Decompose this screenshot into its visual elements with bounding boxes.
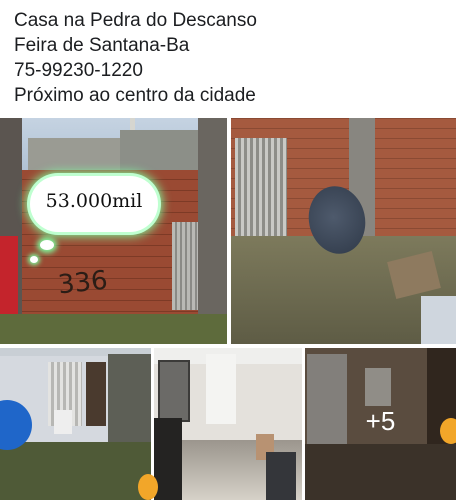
photo-4[interactable] bbox=[154, 348, 302, 500]
photo-1-metal-door bbox=[172, 222, 198, 310]
photo-3[interactable] bbox=[0, 348, 151, 500]
photo-4-chair bbox=[266, 452, 296, 500]
photo-4-mirror bbox=[158, 360, 190, 422]
photo-3-doorway bbox=[86, 362, 106, 426]
price-sticker: 53.000mil bbox=[30, 176, 158, 232]
more-photos-count: +5 bbox=[365, 406, 396, 436]
emoji-badge-icon bbox=[440, 418, 456, 444]
price-sticker-tail-2 bbox=[30, 256, 38, 263]
photo-5-more[interactable]: +5 bbox=[305, 348, 456, 500]
post-description: Próximo ao centro da cidade bbox=[14, 85, 256, 106]
photo-1-right-post bbox=[198, 118, 227, 344]
photo-2-gate bbox=[235, 138, 287, 238]
post-location: Feira de Santana-Ba bbox=[14, 35, 190, 56]
photo-4-dark-furniture bbox=[154, 418, 182, 500]
price-sticker-text: 53.000mil bbox=[45, 190, 143, 212]
photo-2-corner-object bbox=[421, 296, 456, 344]
price-sticker-tail-1 bbox=[40, 240, 54, 250]
photo-1-ground bbox=[0, 314, 227, 344]
photo-3-shrub bbox=[108, 354, 151, 450]
photo-2[interactable] bbox=[231, 118, 456, 344]
photo-3-ground bbox=[0, 442, 151, 500]
post-phone[interactable]: 75-99230-1220 bbox=[14, 58, 444, 83]
photo-4-doorway bbox=[206, 354, 236, 424]
photo-grid: 336 53.000mil +5 bbox=[0, 118, 456, 500]
photo-1-graffiti: 336 bbox=[56, 265, 110, 301]
emoji-badge-icon-2 bbox=[138, 474, 158, 500]
photo-1[interactable]: 336 53.000mil bbox=[0, 118, 227, 344]
photo-3-box bbox=[54, 410, 72, 434]
post-text: Casa na Pedra do Descanso Feira de Santa… bbox=[14, 8, 444, 108]
post-title: Casa na Pedra do Descanso bbox=[14, 10, 257, 31]
photo-1-upper-house-2 bbox=[120, 130, 210, 170]
